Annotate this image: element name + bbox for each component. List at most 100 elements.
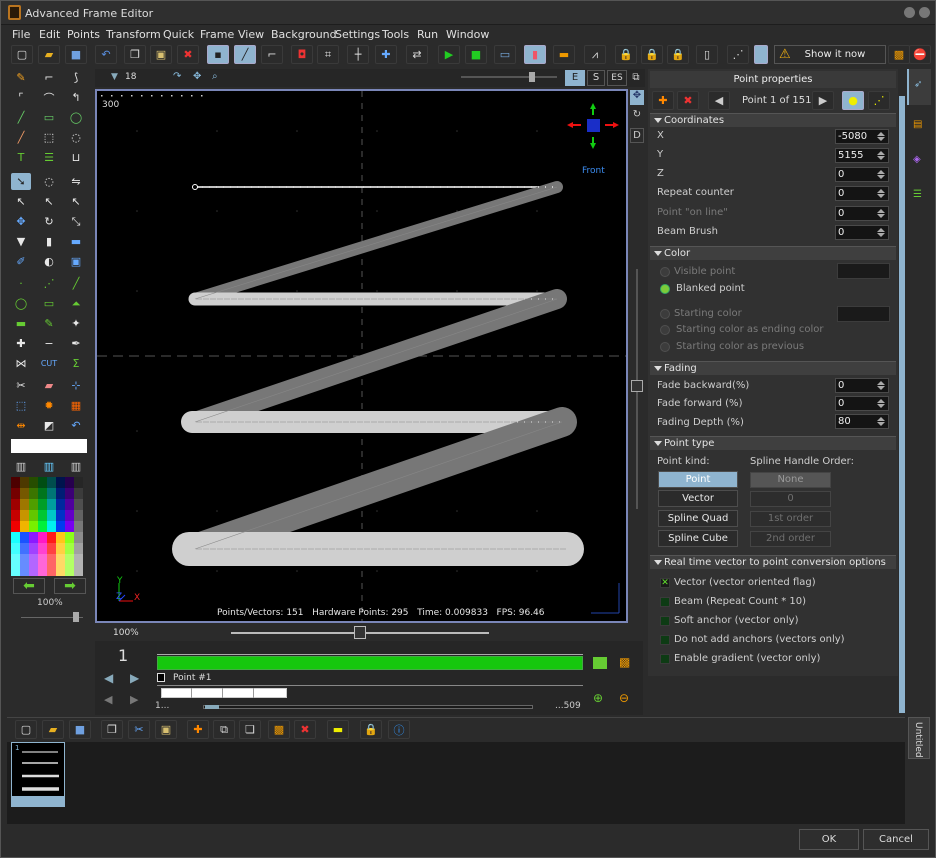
palette-swatch[interactable] — [65, 499, 74, 510]
palette-swatch[interactable] — [65, 510, 74, 521]
frames-save-icon[interactable]: ■ — [69, 720, 91, 739]
palette-swatch[interactable] — [56, 521, 65, 532]
order-zero-button[interactable]: 0 — [750, 491, 831, 507]
point-checkbox[interactable] — [157, 673, 165, 682]
palette-swatch[interactable] — [65, 521, 74, 532]
palette-swatch[interactable] — [11, 477, 20, 488]
dashed-ellipse-icon[interactable]: ◌ — [66, 129, 86, 146]
center-cross-icon[interactable]: ✚ — [375, 45, 397, 64]
record-icon[interactable]: ◘ — [291, 45, 313, 64]
settings-color-icon[interactable]: ▩ — [888, 45, 910, 64]
dotted-diag-icon[interactable]: ⋰ — [39, 275, 59, 292]
coord-z-input[interactable]: 0 — [835, 167, 889, 182]
vector-flag-checkbox[interactable]: ✕ — [660, 578, 670, 588]
snap-grid-icon[interactable]: ⌗ — [317, 45, 339, 64]
dimension-icon[interactable]: ⊔ — [66, 149, 86, 166]
menu-view[interactable]: View — [238, 28, 264, 41]
menu-window[interactable]: Window — [446, 28, 489, 41]
timeline-next-icon[interactable]: ▶ — [130, 671, 139, 685]
frames-layers-icon[interactable]: ❏ — [239, 720, 261, 739]
canvas-slider-thumb[interactable] — [529, 72, 535, 82]
line-icon[interactable]: ╱ — [11, 109, 31, 126]
order-first-button[interactable]: 1st order — [750, 511, 831, 527]
lock-y-icon[interactable]: 🔒 — [641, 45, 663, 64]
side-tab-notes[interactable]: ▤ — [909, 111, 929, 141]
ellipse-icon[interactable]: ◯ — [66, 109, 86, 126]
view-s-button[interactable]: S — [587, 70, 605, 86]
lines-icon[interactable]: ☰ — [39, 149, 59, 166]
visible-point-radio[interactable] — [660, 267, 670, 277]
wand-icon[interactable]: ✦ — [66, 315, 86, 332]
palette-swatch[interactable] — [65, 477, 74, 488]
lock-x-icon[interactable]: 🔒 — [615, 45, 637, 64]
timeline-green-icon[interactable] — [593, 657, 607, 669]
pen-node-icon[interactable]: ✒ — [66, 335, 86, 352]
palette-swatch[interactable] — [20, 543, 29, 554]
move-icon[interactable]: ✥ — [11, 213, 31, 230]
palette-swatch[interactable] — [29, 488, 38, 499]
palette-swatch[interactable] — [47, 532, 56, 543]
mountain-icon[interactable]: ⏶ — [66, 295, 86, 312]
palette-icon[interactable]: ▥ — [39, 458, 59, 475]
fade-forward-input[interactable]: 0 — [835, 396, 889, 411]
grid-icon[interactable]: ▦ — [66, 397, 86, 414]
no-anchors-checkbox[interactable] — [660, 635, 670, 645]
palette-swatch[interactable] — [74, 488, 83, 499]
range-scrollbar[interactable] — [203, 705, 533, 709]
realtime-section-header[interactable]: Real time vector to point conversion opt… — [650, 555, 896, 569]
palette-swatch[interactable] — [56, 543, 65, 554]
palette-swatch[interactable] — [74, 521, 83, 532]
dropdown-toggle-icon[interactable] — [754, 45, 768, 64]
color-palette[interactable] — [11, 477, 87, 576]
side-tab-colors[interactable]: ◈ — [909, 146, 929, 176]
square-icon[interactable]: ▭ — [39, 295, 59, 312]
visible-color-swatch[interactable] — [837, 263, 890, 279]
rotate-icon[interactable]: ↻ — [39, 213, 59, 230]
palette-swatch[interactable] — [38, 543, 47, 554]
remove-point-icon[interactable]: ✖ — [677, 91, 699, 110]
frames-add-icon[interactable]: ✚ — [187, 720, 209, 739]
palette-swatch[interactable] — [47, 565, 56, 576]
ok-button[interactable]: OK — [799, 829, 859, 850]
swap-icon[interactable]: ⇄ — [406, 45, 428, 64]
palette-swatch[interactable] — [74, 510, 83, 521]
palette-swatch[interactable] — [11, 510, 20, 521]
menu-edit[interactable]: Edit — [39, 28, 60, 41]
show-it-now-button[interactable]: ⚠ Show it now — [774, 45, 886, 64]
kind-spline-cube-button[interactable]: Spline Cube — [658, 530, 738, 547]
beam-checkbox[interactable] — [660, 597, 670, 607]
zoom-out-icon[interactable]: ⊖ — [619, 691, 629, 705]
palette-swatch[interactable] — [47, 554, 56, 565]
cancel-button[interactable]: Cancel — [863, 829, 929, 850]
palette-swatch[interactable] — [65, 532, 74, 543]
arc-icon[interactable]: ⌒ — [39, 89, 59, 106]
lock-z-icon[interactable]: 🔒 — [667, 45, 689, 64]
palette-swatch[interactable] — [56, 499, 65, 510]
frames-open-icon[interactable]: ▰ — [42, 720, 64, 739]
fill-icon[interactable]: ◩ — [39, 417, 59, 434]
palette-swatch[interactable] — [29, 521, 38, 532]
bucket-icon[interactable]: ▼ — [11, 233, 31, 250]
untitled-tab[interactable]: Untitled — [908, 717, 930, 759]
drawing-canvas[interactable]: 300 Front Y Z X Points/Vectors: 151 Hard… — [95, 89, 628, 623]
palette-swatch[interactable] — [47, 488, 56, 499]
add-node-icon[interactable]: ✚ — [11, 335, 31, 352]
frames-delete-icon[interactable]: ✖ — [294, 720, 316, 739]
palette-swatch[interactable] — [47, 477, 56, 488]
timeline-prev-icon[interactable]: ◀ — [104, 671, 113, 685]
range-scrollbar-thumb[interactable] — [205, 705, 219, 709]
frames-new-icon[interactable]: ▢ — [15, 720, 37, 739]
spline-mode-icon[interactable]: ⌐ — [261, 45, 283, 64]
color-section-header[interactable]: Color — [650, 246, 896, 260]
palette-swatch[interactable] — [11, 543, 20, 554]
palette-swatch[interactable] — [20, 521, 29, 532]
blanked-point-radio[interactable] — [660, 284, 670, 294]
point-style-line-icon[interactable]: ⋰ — [868, 91, 890, 110]
node-add-icon[interactable]: ↖ — [39, 193, 59, 210]
vertical-slider-thumb[interactable] — [631, 380, 643, 392]
point-type-section-header[interactable]: Point type — [650, 436, 896, 450]
open-folder-icon[interactable]: ▰ — [38, 45, 60, 64]
palette-swatch[interactable] — [38, 521, 47, 532]
menu-settings[interactable]: Settings — [335, 28, 380, 41]
point-style-dot-icon[interactable]: ● — [842, 91, 864, 110]
